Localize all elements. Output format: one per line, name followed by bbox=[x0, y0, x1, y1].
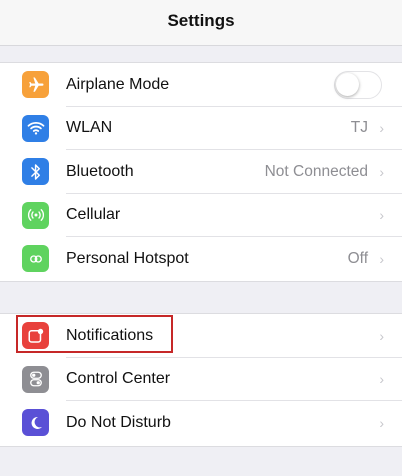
row-wlan[interactable]: WLAN TJ › bbox=[0, 107, 402, 150]
row-label: Airplane Mode bbox=[66, 75, 170, 93]
moon-icon bbox=[22, 409, 49, 437]
bluetooth-status-value: Not Connected bbox=[264, 162, 368, 180]
wlan-network-value: TJ bbox=[350, 119, 368, 137]
airplane-icon bbox=[22, 71, 49, 99]
row-cellular[interactable]: Cellular › bbox=[0, 194, 402, 237]
row-label: Cellular bbox=[66, 206, 121, 224]
row-label: Bluetooth bbox=[66, 162, 134, 180]
page-title: Settings bbox=[167, 11, 235, 30]
control-center-icon bbox=[22, 365, 49, 393]
hotspot-icon bbox=[22, 245, 49, 273]
cellular-icon bbox=[22, 201, 49, 229]
airplane-mode-toggle[interactable] bbox=[334, 70, 382, 99]
toggle-knob bbox=[336, 72, 359, 96]
navigation-bar: Settings bbox=[0, 0, 402, 46]
notifications-highlight-box bbox=[16, 315, 173, 353]
row-bluetooth[interactable]: Bluetooth Not Connected › bbox=[0, 150, 402, 194]
row-do-not-disturb[interactable]: Do Not Disturb › bbox=[0, 401, 402, 445]
wifi-icon bbox=[22, 114, 49, 142]
bottom-background bbox=[0, 447, 402, 476]
settings-group-connectivity: Airplane Mode WLAN TJ › Bluetooth Not Co… bbox=[0, 62, 402, 282]
row-airplane-mode: Airplane Mode bbox=[0, 63, 402, 107]
row-label: WLAN bbox=[66, 119, 113, 137]
chevron-right-icon: › bbox=[379, 207, 384, 224]
row-control-center[interactable]: Control Center › bbox=[0, 358, 402, 401]
bluetooth-icon bbox=[22, 158, 49, 186]
row-personal-hotspot[interactable]: Personal Hotspot Off › bbox=[0, 237, 402, 281]
chevron-right-icon: › bbox=[379, 414, 384, 431]
row-label: Do Not Disturb bbox=[66, 413, 171, 431]
chevron-right-icon: › bbox=[379, 371, 384, 388]
hotspot-status-value: Off bbox=[347, 249, 368, 267]
chevron-right-icon: › bbox=[379, 250, 384, 267]
chevron-right-icon: › bbox=[379, 163, 384, 180]
row-label: Personal Hotspot bbox=[66, 249, 189, 267]
row-label: Control Center bbox=[66, 370, 171, 388]
chevron-right-icon: › bbox=[379, 120, 384, 137]
chevron-right-icon: › bbox=[379, 327, 384, 344]
